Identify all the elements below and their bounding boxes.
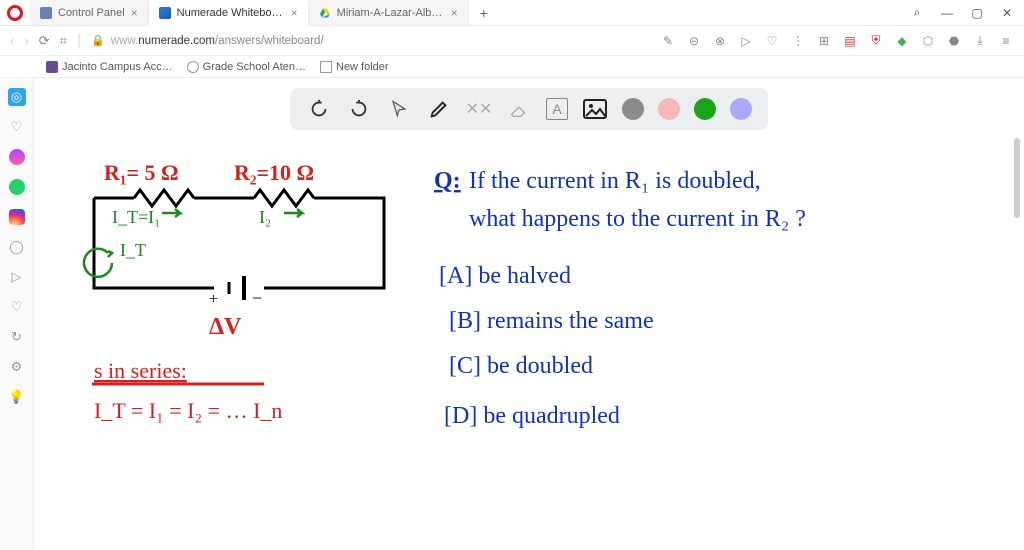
close-icon[interactable]: × xyxy=(131,6,138,20)
tab-numerade-whiteboard[interactable]: Numerade Whiteboard × xyxy=(149,1,309,26)
sidebar-heart2-icon[interactable]: ♡ xyxy=(8,298,26,316)
i1-label: I_T=I₁ xyxy=(112,207,160,227)
bookmark-label: Jacinto Campus Acc… xyxy=(62,61,173,73)
it-label: I_T xyxy=(120,240,146,260)
plus-icon: + xyxy=(480,5,488,21)
ext-icon-0[interactable]: ✎ xyxy=(660,33,676,49)
ext-icon-7[interactable]: ▤ xyxy=(842,33,858,49)
ext-icon-8[interactable]: ⛨ xyxy=(868,33,884,49)
opera-menu-button[interactable] xyxy=(0,0,30,25)
question-line1: If the current in R₁ is doubled, xyxy=(469,168,761,194)
tab-control-panel[interactable]: Control Panel × xyxy=(30,0,149,25)
window-controls: ⌕ — ▢ ✕ xyxy=(900,0,1024,25)
option-b: [B] remains the same xyxy=(449,308,654,334)
ext-icon-5[interactable]: ⋮ xyxy=(790,33,806,49)
ext-icon-3[interactable]: ▷ xyxy=(738,33,754,49)
sidebar-bulb-icon[interactable]: 💡 xyxy=(8,388,26,406)
bookmark-grade-school[interactable]: Grade School Aten… xyxy=(187,61,306,73)
scrollbar-thumb[interactable] xyxy=(1014,138,1020,218)
ext-icon-12[interactable]: ⤓ xyxy=(972,33,988,49)
ext-icon-1[interactable]: ⊝ xyxy=(686,33,702,49)
ext-icon-10[interactable]: ⬡ xyxy=(920,33,936,49)
sidebar-messenger-icon[interactable] xyxy=(8,148,26,166)
bookmark-new-folder[interactable]: New folder xyxy=(320,61,389,73)
maximize-button[interactable]: ▢ xyxy=(968,6,986,20)
url-path: /answers/whiteboard/ xyxy=(215,35,324,47)
option-c: [C] be doubled xyxy=(449,353,593,379)
ext-icon-11[interactable]: ⬣ xyxy=(946,33,962,49)
bookmarks-bar: Jacinto Campus Acc… Grade School Aten… N… xyxy=(0,56,1024,78)
minus-label: − xyxy=(252,288,262,308)
tab-label: Control Panel xyxy=(58,7,125,19)
opera-sidebar: ◎ ♡ ◯ ▷ ♡ ↻ ⚙ 💡 xyxy=(0,78,34,550)
option-d: [D] be quadrupled xyxy=(444,403,620,429)
sidebar-instagram-icon[interactable] xyxy=(8,208,26,226)
new-tab-button[interactable]: + xyxy=(469,0,499,25)
sidebar-settings-icon[interactable]: ⚙ xyxy=(8,358,26,376)
r1-label: R₁= 5 Ω xyxy=(104,160,179,185)
address-bar[interactable]: 🔒 www.numerade.com/answers/whiteboard/ xyxy=(91,34,324,47)
bookmark-jacinto[interactable]: Jacinto Campus Acc… xyxy=(46,61,173,73)
deltav-label: ΔV xyxy=(209,314,242,340)
url-subdomain: www. xyxy=(111,35,138,47)
vertical-scrollbar[interactable] xyxy=(1012,138,1022,540)
php-icon xyxy=(40,7,52,19)
minimize-button[interactable]: — xyxy=(938,6,956,20)
tab-miriam-doc[interactable]: Miriam-A-Lazar-Albert-Ta… × xyxy=(309,0,469,25)
bookmark-label: Grade School Aten… xyxy=(203,61,306,73)
plus-label: + xyxy=(209,291,218,308)
sidebar-whatsapp-icon[interactable] xyxy=(8,178,26,196)
opera-logo-icon xyxy=(7,5,23,21)
sidebar-play-icon[interactable]: ▷ xyxy=(8,268,26,286)
ext-icon-4[interactable]: ♡ xyxy=(764,33,780,49)
series-title: s in series: xyxy=(94,358,187,383)
i2-label: I₂ xyxy=(259,207,271,227)
main: ◎ ♡ ◯ ▷ ♡ ↻ ⚙ 💡 ✕✕ A xyxy=(0,78,1024,550)
close-icon[interactable]: × xyxy=(451,6,458,20)
tab-label: Miriam-A-Lazar-Albert-Ta… xyxy=(337,7,445,19)
sidebar-history-icon[interactable]: ↻ xyxy=(8,328,26,346)
r2-label: R₂=10 Ω xyxy=(234,160,314,185)
back-button[interactable]: ‹ xyxy=(10,33,14,48)
question-prefix: Q: xyxy=(434,168,461,194)
lock-icon: 🔒 xyxy=(91,34,105,47)
ext-icon-9[interactable]: ◆ xyxy=(894,33,910,49)
gdrive-icon xyxy=(319,7,331,19)
reload-button[interactable]: ⟳ xyxy=(39,33,50,49)
folder-icon xyxy=(320,61,332,73)
ext-icon-6[interactable]: ⊞ xyxy=(816,33,832,49)
extensions-area: ✎ ⊝ ⊗ ▷ ♡ ⋮ ⊞ ▤ ⛨ ◆ ⬡ ⬣ ⤓ ≡ xyxy=(660,33,1014,49)
tab-label: Numerade Whiteboard xyxy=(177,7,285,19)
ext-icon-2[interactable]: ⊗ xyxy=(712,33,728,49)
whiteboard-canvas[interactable]: R₁= 5 Ω R₂=10 Ω I_T=I₁ I₂ I_T + − ΔV s i… xyxy=(34,78,1024,550)
series-equation: I_T = I₁ = I₂ = … I_n xyxy=(94,398,282,423)
bookmark-icon xyxy=(187,61,199,73)
bookmark-icon xyxy=(46,61,58,73)
titlebar: Control Panel × Numerade Whiteboard × Mi… xyxy=(0,0,1024,26)
close-window-button[interactable]: ✕ xyxy=(998,6,1016,20)
question-line2: what happens to the current in R₂ ? xyxy=(469,206,806,232)
sidebar-circle-icon[interactable]: ◯ xyxy=(8,238,26,256)
close-icon[interactable]: × xyxy=(291,6,298,20)
option-a: [A] be halved xyxy=(439,263,571,289)
bookmark-label: New folder xyxy=(336,61,389,73)
forward-button[interactable]: › xyxy=(24,33,28,48)
sidebar-home-icon[interactable]: ◎ xyxy=(8,88,26,106)
page-content: ✕✕ A xyxy=(34,78,1024,550)
search-button[interactable]: ⌕ xyxy=(908,5,926,20)
numerade-icon xyxy=(159,7,171,19)
sidebar-heart-icon[interactable]: ♡ xyxy=(8,118,26,136)
speed-dial-button[interactable]: ⌗ xyxy=(60,33,67,49)
url-host: numerade.com xyxy=(138,35,215,47)
easy-setup-button[interactable]: ≡ xyxy=(998,33,1014,49)
navbar: ‹ › ⟳ ⌗ | 🔒 www.numerade.com/answers/whi… xyxy=(0,26,1024,56)
